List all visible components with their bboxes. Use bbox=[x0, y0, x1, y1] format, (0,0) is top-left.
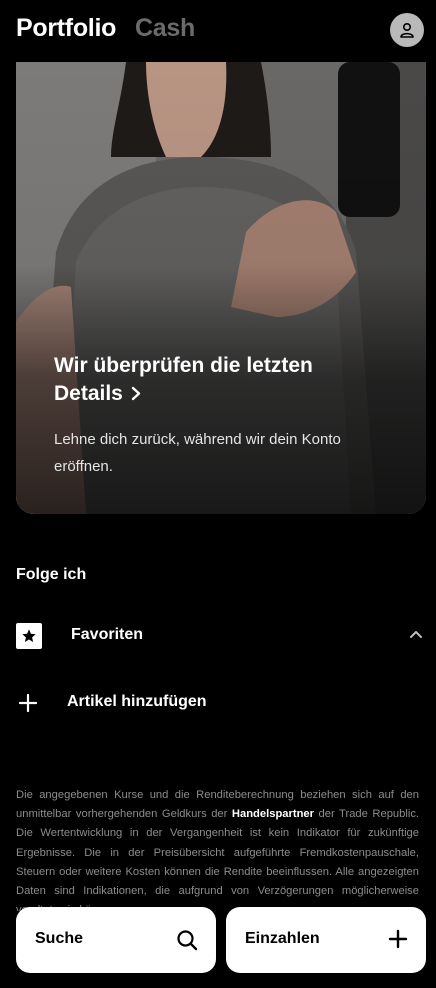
search-button-label: Suche bbox=[35, 930, 84, 947]
add-item-row[interactable]: Artikel hinzufügen bbox=[0, 684, 436, 724]
hero-subtitle: Lehne dich zurück, während wir dein Kont… bbox=[54, 431, 341, 475]
verification-card[interactable]: Wir überprüfen die letzten Details Lehne… bbox=[16, 62, 426, 514]
star-icon bbox=[16, 623, 42, 649]
plus-icon bbox=[18, 693, 38, 713]
header: Portfolio Cash bbox=[0, 0, 436, 62]
deposit-button-label: Einzahlen bbox=[245, 930, 320, 947]
search-icon bbox=[177, 930, 198, 951]
disclaimer-part2: der Trade Republic. Die Wertentwicklung … bbox=[16, 808, 419, 911]
handelspartner-link[interactable]: Handelspartner bbox=[232, 808, 314, 820]
profile-button[interactable] bbox=[390, 13, 424, 47]
disclaimer-text: Die angegebenen Kurse und die Renditeber… bbox=[16, 786, 419, 911]
favorites-label: Favoriten bbox=[71, 626, 144, 643]
plus-icon bbox=[388, 929, 408, 949]
user-icon bbox=[400, 22, 414, 38]
tab-portfolio[interactable]: Portfolio bbox=[16, 14, 116, 43]
hero-title-text: Wir überprüfen die letzten Details bbox=[54, 354, 313, 405]
favorites-row[interactable]: Favoriten bbox=[0, 617, 436, 657]
add-item-label: Artikel hinzufügen bbox=[67, 693, 207, 710]
following-section-title: Folge ich bbox=[16, 566, 87, 583]
deposit-button[interactable]: Einzahlen bbox=[226, 907, 426, 973]
hero-title[interactable]: Wir überprüfen die letzten Details bbox=[54, 352, 384, 408]
chevron-right-icon bbox=[131, 380, 141, 408]
chevron-up-icon[interactable] bbox=[409, 629, 423, 639]
search-button[interactable]: Suche bbox=[16, 907, 216, 973]
tab-cash[interactable]: Cash bbox=[135, 14, 195, 43]
